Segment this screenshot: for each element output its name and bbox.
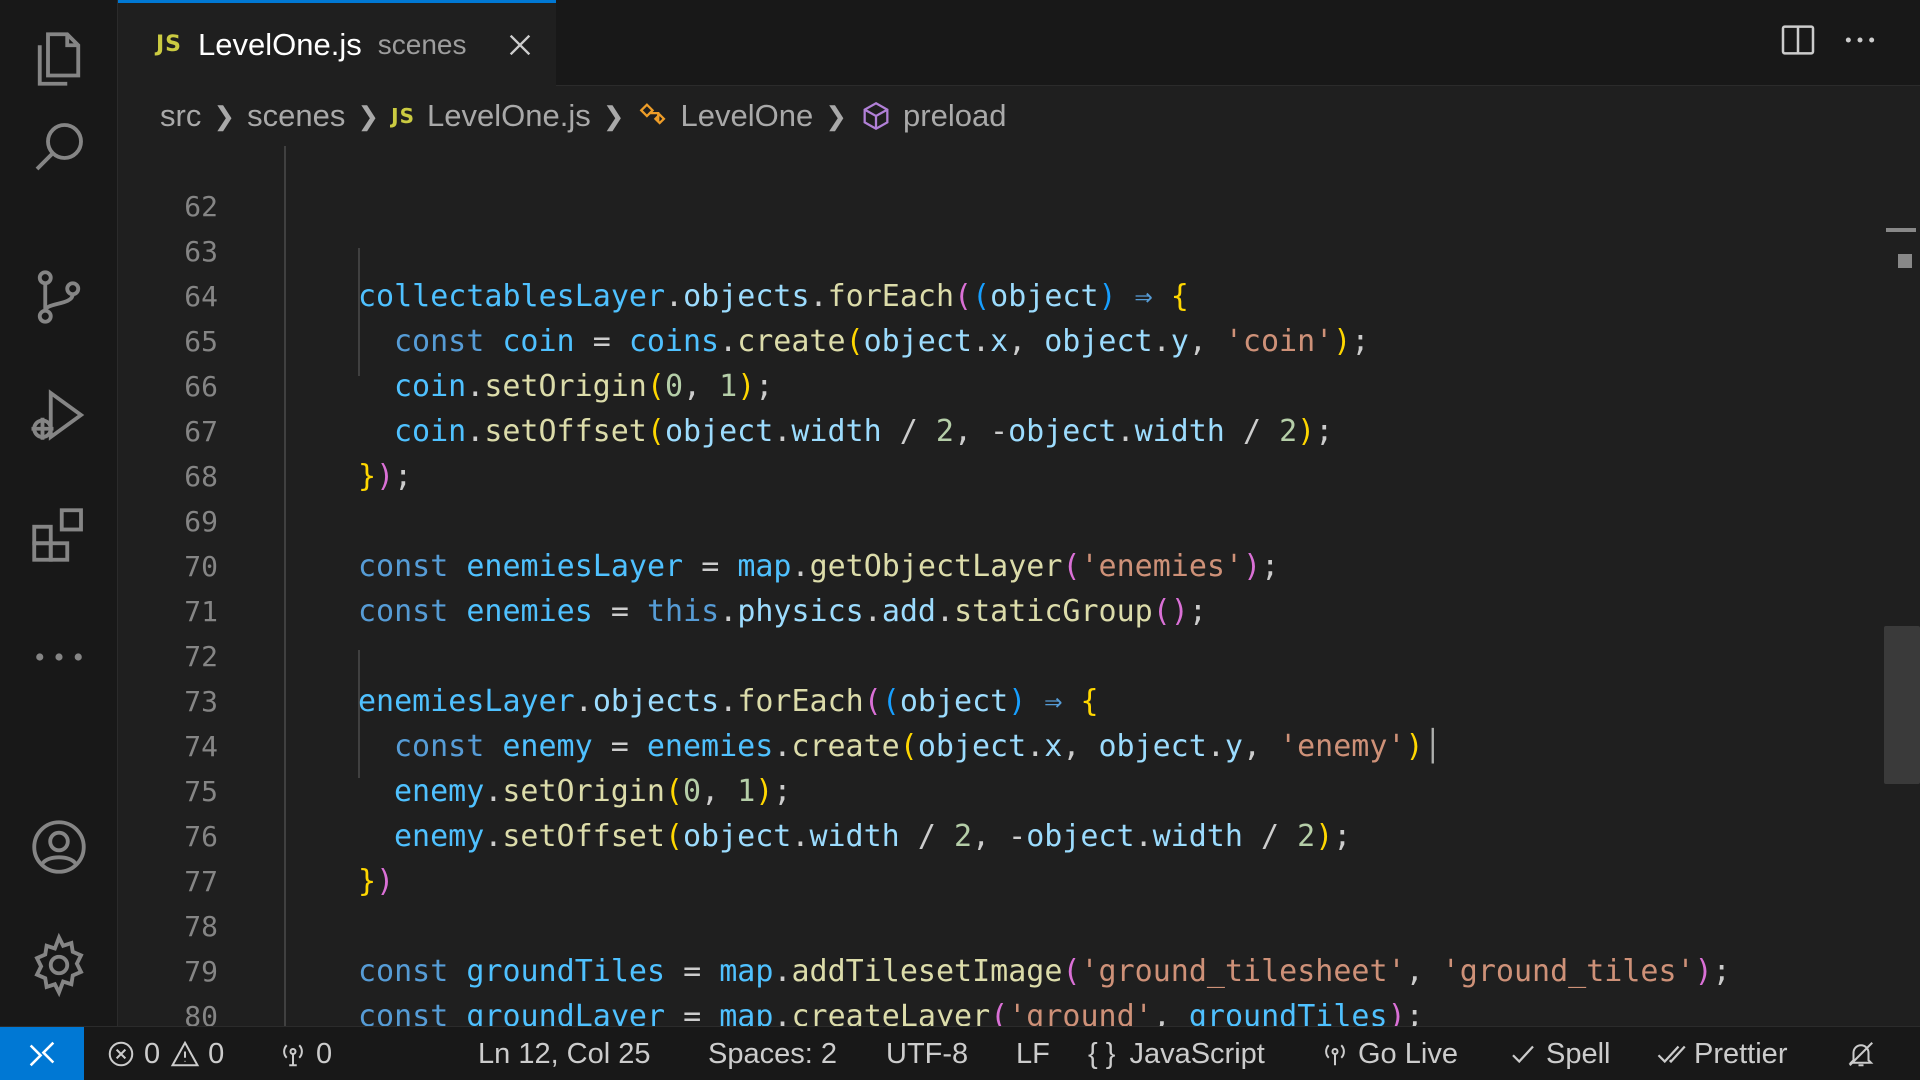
tab-filename: LevelOne.js — [198, 26, 362, 62]
code-line: 68 — [118, 409, 1878, 493]
chevron-right-icon: ❯ — [357, 100, 380, 131]
extensions-icon[interactable] — [24, 500, 94, 570]
code-line: 71 — [118, 544, 1878, 628]
breadcrumb-item-scenes[interactable]: scenes — [247, 98, 345, 134]
braces-icon: { } — [1088, 1037, 1116, 1070]
breadcrumb: src ❯ scenes ❯ JS LevelOne.js ❯ LevelOne… — [118, 86, 1920, 146]
indentation-status[interactable]: Spaces: 2 — [708, 1027, 837, 1080]
spell-button[interactable]: Spell — [1508, 1027, 1611, 1080]
prettier-button[interactable]: Prettier — [1656, 1027, 1787, 1080]
code-line: 72 enemiesLayer.objects.forEach((object)… — [118, 589, 1878, 719]
cursor-position[interactable]: Ln 12, Col 25 — [478, 1027, 651, 1080]
code-line: 69 const enemiesLayer = map.getObjectLay… — [118, 454, 1878, 584]
code-line: 64 const coin = coins.create(object.x, o… — [118, 229, 1878, 359]
account-icon[interactable] — [24, 812, 94, 882]
run-debug-icon[interactable] — [24, 380, 94, 450]
status-bar: 0 0 0 Ln 12, Col 25 Spaces: 2 UTF-8 LF {… — [0, 1026, 1920, 1080]
more-icon[interactable] — [24, 622, 94, 692]
method-icon — [863, 101, 889, 131]
chevron-right-icon: ❯ — [602, 100, 625, 131]
prettier-label: Prettier — [1694, 1037, 1788, 1070]
split-editor-icon[interactable] — [1778, 20, 1818, 60]
check-icon — [1512, 1045, 1534, 1064]
code-line: 79 const groundLayer = map.createLayer('… — [118, 904, 1878, 1026]
vertical-scrollbar[interactable] — [1882, 146, 1920, 1026]
code-line: 70 const enemies = this.physics.add.stat… — [118, 499, 1878, 629]
js-file-icon: JS — [391, 104, 416, 128]
tab-levelone-js[interactable]: JS LevelOne.js scenes — [118, 0, 556, 86]
search-icon[interactable] — [24, 112, 94, 182]
overview-ruler-mark — [1898, 254, 1912, 268]
code-line: 76 }) — [118, 769, 1878, 899]
encoding-status[interactable]: UTF-8 — [886, 1027, 968, 1080]
ports-count: 0 — [316, 1037, 333, 1070]
remote-icon — [29, 1041, 55, 1067]
error-icon — [108, 1041, 134, 1067]
go-live-label: Go Live — [1358, 1037, 1458, 1070]
code-line: 67 }); — [118, 364, 1878, 494]
ports-status[interactable]: 0 — [278, 1027, 332, 1080]
js-file-icon: JS — [156, 32, 183, 57]
code-line: 75 enemy.setOffset(object.width / 2, -ob… — [118, 724, 1878, 854]
gear-icon[interactable] — [24, 930, 94, 1000]
source-control-icon[interactable] — [24, 262, 94, 332]
class-icon — [639, 103, 666, 125]
code-line: 62 — [118, 146, 1878, 223]
code-editor[interactable]: 62 63 collectablesLayer.objects.forEach(… — [118, 146, 1920, 1026]
broadcast-icon — [1325, 1044, 1345, 1066]
bell-slash-icon — [1848, 1042, 1874, 1067]
files-icon[interactable] — [24, 24, 94, 94]
code-line: 66 coin.setOffset(object.width / 2, -obj… — [118, 319, 1878, 449]
code-line: 77 — [118, 814, 1878, 898]
overview-ruler-mark — [1886, 228, 1916, 232]
more-actions-icon[interactable] — [1840, 20, 1880, 60]
close-icon[interactable] — [504, 29, 536, 61]
code-line: 81 — [118, 994, 1878, 1026]
code-line: 63 collectablesLayer.objects.forEach((ob… — [118, 184, 1878, 314]
activity-bar — [0, 0, 118, 1026]
warning-icon — [170, 1040, 200, 1067]
code-line: 78 const groundTiles = map.addTilesetIma… — [118, 859, 1878, 989]
error-count: 0 — [144, 1037, 161, 1070]
tab-bar: JS LevelOne.js scenes — [118, 0, 1920, 86]
warning-count: 0 — [208, 1037, 225, 1070]
chevron-right-icon: ❯ — [825, 100, 848, 131]
breadcrumb-item-file[interactable]: LevelOne.js — [427, 98, 591, 134]
scrollbar-thumb[interactable] — [1884, 626, 1920, 784]
code-line: 65 coin.setOrigin(0, 1); — [118, 274, 1878, 404]
chevron-right-icon: ❯ — [213, 100, 236, 131]
problems-status[interactable]: 0 0 — [106, 1027, 224, 1080]
double-check-icon — [1657, 1045, 1686, 1064]
eol-status[interactable]: LF — [1016, 1027, 1050, 1080]
notifications-button[interactable] — [1846, 1027, 1884, 1080]
language-mode[interactable]: { } JavaScript — [1088, 1027, 1265, 1080]
go-live-button[interactable]: Go Live — [1320, 1027, 1458, 1080]
breadcrumb-item-class[interactable]: LevelOne — [681, 98, 814, 134]
spell-label: Spell — [1546, 1037, 1611, 1070]
breadcrumb-item-src[interactable]: src — [160, 98, 201, 134]
language-label: JavaScript — [1129, 1037, 1265, 1070]
remote-button[interactable] — [0, 1027, 84, 1080]
broadcast-icon — [283, 1044, 303, 1067]
tab-directory: scenes — [377, 28, 467, 60]
code-line: 73 const enemy = enemies.create(object.x… — [118, 634, 1878, 764]
code-line: 74 enemy.setOrigin(0, 1); — [118, 679, 1878, 809]
breadcrumb-item-method[interactable]: preload — [903, 98, 1006, 134]
code-line: 80 groundLayer.setCollision([1, 9, 10, 1… — [118, 949, 1878, 1026]
